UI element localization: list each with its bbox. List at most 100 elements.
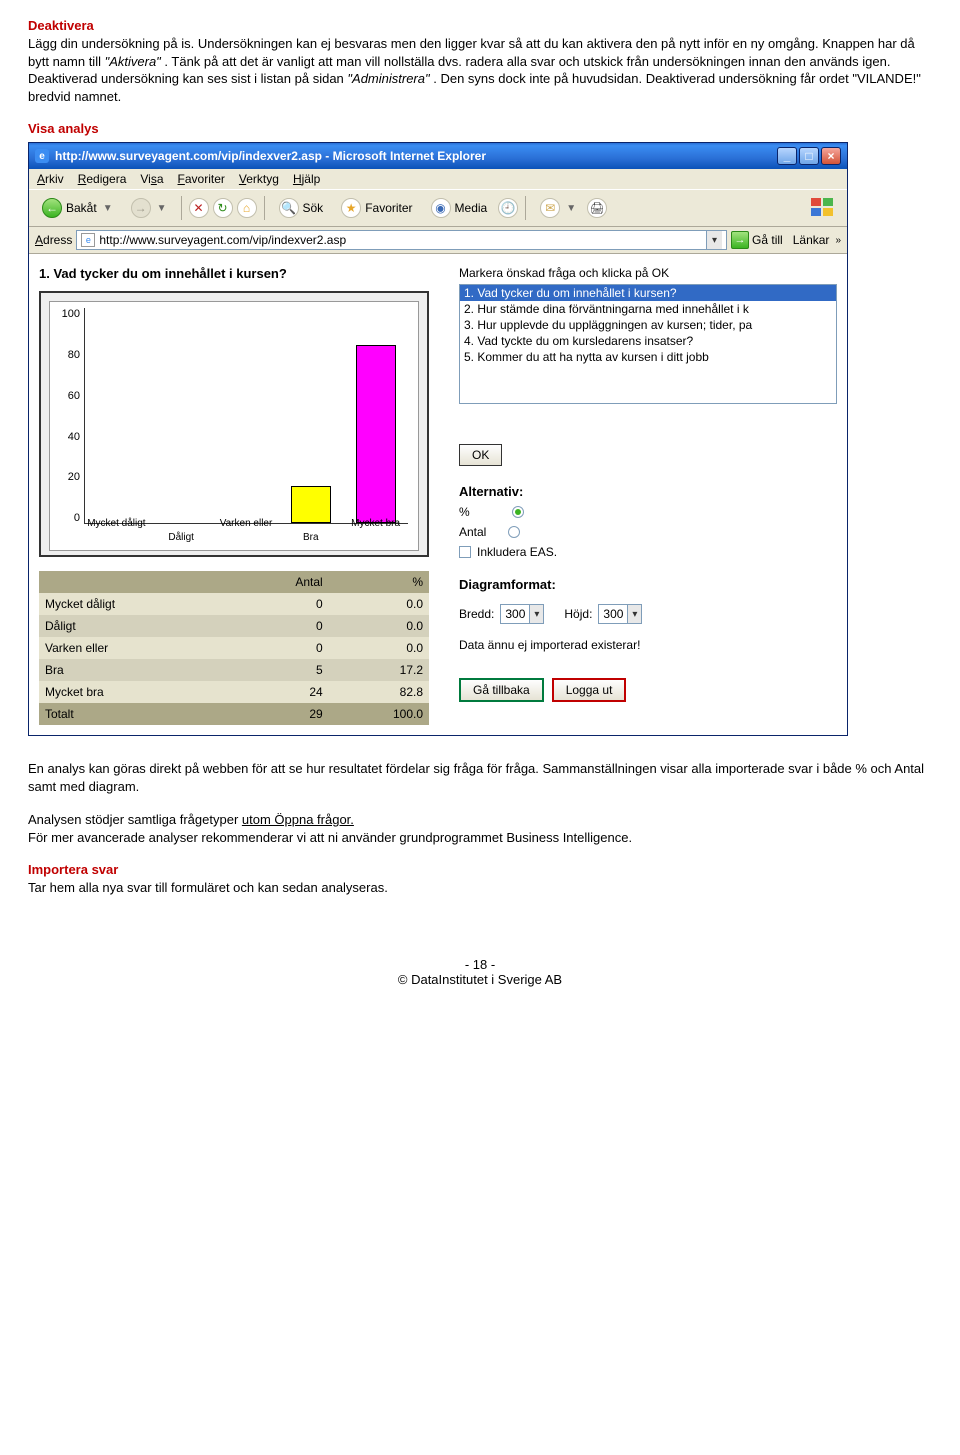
address-url: http://www.surveyagent.com/vip/indexver2… [99, 233, 346, 247]
refresh-icon[interactable]: ↻ [213, 198, 233, 218]
deaktivera-body: Lägg din undersökning på is. Undersöknin… [28, 35, 932, 105]
opt-percent-label: % [459, 505, 470, 519]
th-label [39, 571, 235, 593]
close-button[interactable]: × [821, 147, 841, 165]
back-page-button[interactable]: Gå tillbaka [459, 678, 544, 702]
links-label[interactable]: Länkar [793, 233, 830, 247]
x-tick-label: Mycket dåligt [86, 518, 146, 529]
page-number: - 18 - [28, 957, 932, 972]
table-row: Mycket dåligt00.0 [39, 593, 429, 615]
search-icon: 🔍 [279, 198, 299, 218]
list-item[interactable]: 3. Hur upplevde du uppläggningen av kurs… [460, 317, 836, 333]
bar [356, 345, 396, 523]
list-item[interactable]: 1. Vad tycker du om innehållet i kursen? [460, 285, 836, 301]
star-icon: ★ [341, 198, 361, 218]
question-title: 1. Vad tycker du om innehållet i kursen? [39, 266, 449, 281]
question-list[interactable]: 1. Vad tycker du om innehållet i kursen?… [459, 284, 837, 404]
stop-icon[interactable]: ✕ [189, 198, 209, 218]
import-message: Data ännu ej importerad existerar! [459, 638, 837, 652]
menu-arkiv[interactable]: Arkiv [37, 172, 64, 186]
radio-antal[interactable] [508, 526, 520, 538]
width-drop-icon[interactable]: ▾ [529, 605, 543, 623]
address-drop-icon[interactable]: ▾ [706, 231, 722, 249]
mail-button[interactable]: ✉ ▼ [533, 194, 583, 222]
media-icon: ◉ [431, 198, 451, 218]
table-total-row: Totalt29100.0 [39, 703, 429, 725]
media-button[interactable]: ◉ Media [424, 194, 495, 222]
below-p1: En analys kan göras direkt på webben för… [28, 760, 932, 795]
menu-hjalp[interactable]: Hjälp [293, 172, 320, 186]
width-value: 300 [501, 607, 529, 621]
forward-icon: → [131, 198, 151, 218]
mail-icon: ✉ [540, 198, 560, 218]
ie-icon: e [35, 149, 49, 163]
list-item[interactable]: 5. Kommer du att ha nytta av kursen i di… [460, 349, 836, 365]
back-drop-icon[interactable]: ▼ [103, 203, 113, 214]
links-chevron-icon[interactable]: » [835, 235, 841, 246]
titlebar: e http://www.surveyagent.com/vip/indexve… [29, 143, 847, 169]
y-axis: 100806040200 [50, 302, 84, 550]
menu-visa[interactable]: Visa [140, 172, 163, 186]
mail-drop-icon[interactable]: ▼ [566, 203, 576, 214]
below-p2u: utom Öppna frågor. [242, 812, 354, 827]
th-antal: Antal [235, 571, 329, 593]
checkbox-eas[interactable] [459, 546, 471, 558]
list-item[interactable]: 4. Vad tyckte du om kursledarens insatse… [460, 333, 836, 349]
right-instruction: Markera önskad fråga och klicka på OK [459, 266, 837, 280]
menubar: Arkiv Redigera Visa Favoriter Verktyg Hj… [29, 169, 847, 189]
address-input[interactable]: e http://www.surveyagent.com/vip/indexve… [76, 230, 727, 250]
bredd-label: Bredd: [459, 607, 494, 621]
height-value: 300 [599, 607, 627, 621]
d-italic1: "Aktivera" [105, 54, 161, 69]
x-tick-label: Mycket bra [346, 518, 406, 529]
radio-percent[interactable] [512, 506, 524, 518]
back-button[interactable]: ← Bakåt ▼ [35, 194, 120, 222]
list-item[interactable]: 2. Hur stämde dina förväntningarna med i… [460, 301, 836, 317]
below-p3: För mer avancerade analyser rekommendera… [28, 830, 632, 845]
table-row: Bra517.2 [39, 659, 429, 681]
height-drop-icon[interactable]: ▾ [627, 605, 641, 623]
chart-inner: 100806040200 Mycket dåligtDåligtVarken e… [49, 301, 419, 551]
opt-eas-label: Inkludera EAS. [477, 545, 557, 559]
table-row: Dåligt00.0 [39, 615, 429, 637]
page-content: 1. Vad tycker du om innehållet i kursen?… [29, 254, 847, 735]
x-labels: Mycket dåligtDåligtVarken ellerBraMycket… [84, 520, 408, 546]
forward-button[interactable]: → ▼ [124, 194, 174, 222]
minimize-button[interactable]: _ [777, 147, 797, 165]
search-button[interactable]: 🔍 Sök [272, 194, 331, 222]
ok-button[interactable]: OK [459, 444, 502, 466]
print-icon[interactable]: 🖨 [587, 198, 607, 218]
fwd-drop-icon[interactable]: ▼ [157, 203, 167, 214]
favorites-button[interactable]: ★ Favoriter [334, 194, 419, 222]
menu-favoriter[interactable]: Favoriter [178, 172, 225, 186]
height-select[interactable]: 300 ▾ [598, 604, 642, 624]
below-p2a: Analysen stödjer samtliga frågetyper [28, 812, 242, 827]
home-icon[interactable]: ⌂ [237, 198, 257, 218]
maximize-button[interactable]: □ [799, 147, 819, 165]
back-label: Bakåt [66, 201, 97, 215]
below-p2: Analysen stödjer samtliga frågetyper uto… [28, 811, 932, 846]
th-percent: % [329, 571, 429, 593]
toolbar-separator2 [264, 196, 265, 220]
alternativ-heading: Alternativ: [459, 484, 837, 499]
media-label: Media [455, 201, 488, 215]
results-table: Antal % Mycket dåligt00.0Dåligt00.0Varke… [39, 571, 429, 725]
menu-redigera[interactable]: Redigera [78, 172, 127, 186]
window-title: http://www.surveyagent.com/vip/indexver2… [55, 149, 486, 163]
d-italic2: "Administrera" [347, 71, 429, 86]
logout-button[interactable]: Logga ut [552, 678, 627, 702]
toolbar-separator [181, 196, 182, 220]
go-button[interactable]: → Gå till [731, 231, 783, 249]
menu-verktyg[interactable]: Verktyg [239, 172, 279, 186]
table-row: Varken eller00.0 [39, 637, 429, 659]
x-tick-label: Varken eller [216, 518, 276, 529]
footer: - 18 - © DataInstitutet i Sverige AB [28, 957, 932, 987]
history-icon[interactable]: 🕘 [498, 198, 518, 218]
go-arrow-icon: → [731, 231, 749, 249]
width-select[interactable]: 300 ▾ [500, 604, 544, 624]
address-label: Adress [35, 233, 72, 247]
visa-analys-title: Visa analys [28, 121, 932, 136]
x-tick-label: Bra [281, 532, 341, 543]
table-row: Mycket bra2482.8 [39, 681, 429, 703]
diagramformat-heading: Diagramformat: [459, 577, 837, 592]
